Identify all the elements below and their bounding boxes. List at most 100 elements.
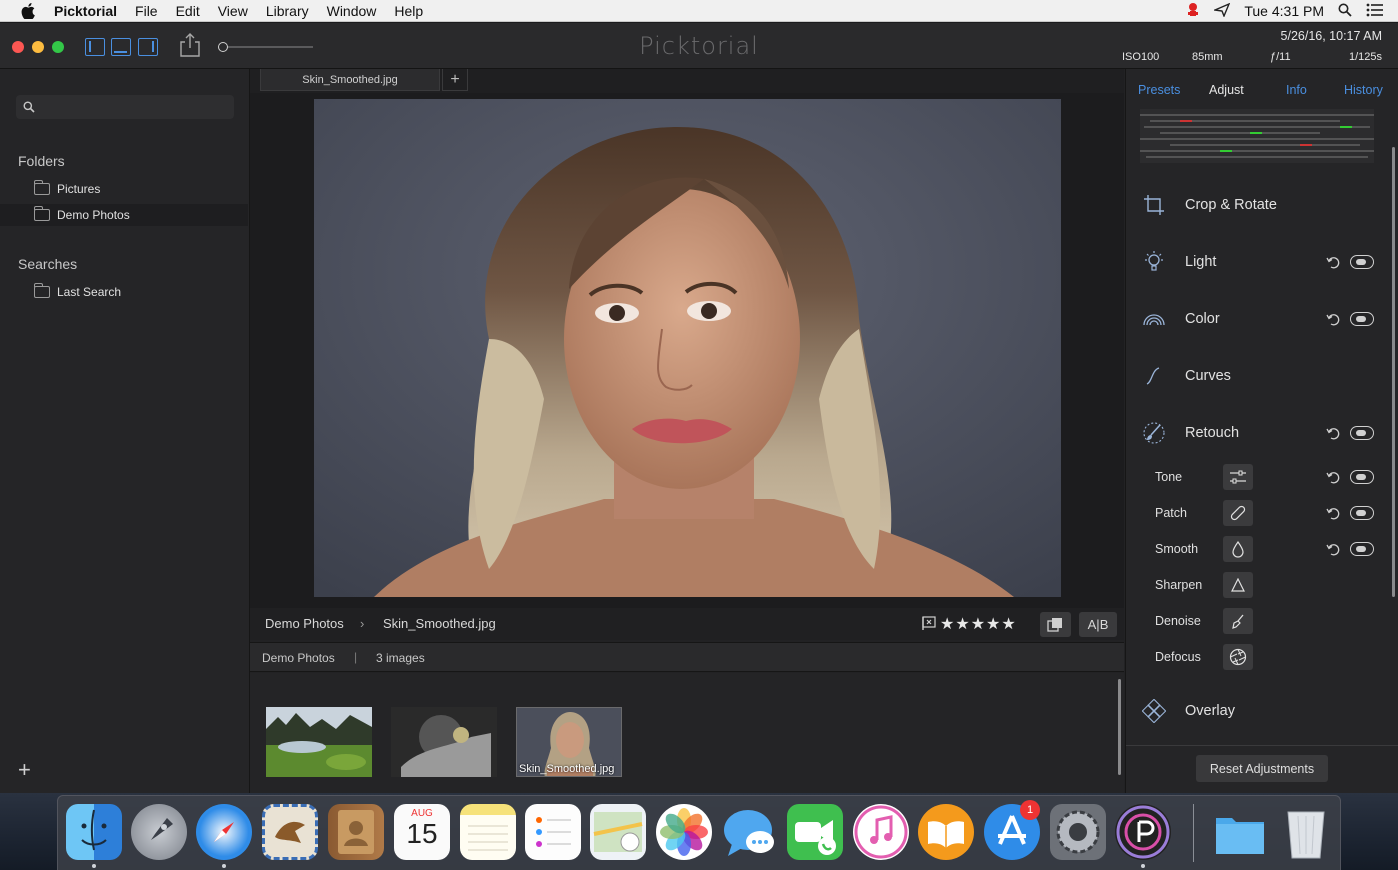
toggle-left-panel-button[interactable] xyxy=(85,38,105,56)
undo-icon[interactable] xyxy=(1326,312,1340,326)
panel-scrollbar[interactable] xyxy=(1392,147,1395,597)
star-rating[interactable]: ★★★★★ xyxy=(940,614,1017,634)
drop-icon[interactable] xyxy=(1223,536,1253,562)
spotlight-search-icon[interactable] xyxy=(1338,3,1352,20)
notification-center-icon[interactable] xyxy=(1366,3,1384,20)
tab-strip: Skin_Smoothed.jpg + xyxy=(250,69,1124,93)
subtool-patch[interactable]: Patch xyxy=(1126,498,1392,528)
compare-button[interactable] xyxy=(1040,612,1071,637)
menu-window[interactable]: Window xyxy=(327,3,377,19)
messages-icon[interactable] xyxy=(722,804,778,860)
subtool-denoise[interactable]: Denoise xyxy=(1126,606,1392,636)
mail-icon[interactable] xyxy=(262,804,318,860)
thumbnail-landscape[interactable] xyxy=(266,707,372,777)
subtool-defocus[interactable]: Defocus xyxy=(1126,642,1392,672)
tab-skin-smoothed[interactable]: Skin_Smoothed.jpg xyxy=(260,69,440,91)
search-icon xyxy=(23,101,35,113)
sidebar-item-pictures[interactable]: Pictures xyxy=(0,178,248,200)
menu-file[interactable]: File xyxy=(135,3,158,19)
add-folder-button[interactable]: + xyxy=(18,757,31,783)
bandage-icon[interactable] xyxy=(1223,500,1253,526)
menu-app-name[interactable]: Picktorial xyxy=(54,3,117,19)
trash-icon[interactable] xyxy=(1278,804,1334,860)
thumbnail-portrait[interactable]: Skin_Smoothed.jpg xyxy=(516,707,622,777)
minimize-button[interactable] xyxy=(32,41,44,53)
photos-icon[interactable] xyxy=(656,804,712,860)
toggle-right-panel-button[interactable] xyxy=(138,38,158,56)
picktorial-icon[interactable] xyxy=(1115,804,1171,860)
undo-icon[interactable] xyxy=(1326,506,1340,520)
zoom-slider[interactable] xyxy=(218,42,313,52)
toggle-bottom-panel-button[interactable] xyxy=(111,38,131,56)
tab-adjust[interactable]: Adjust xyxy=(1209,83,1244,97)
undo-icon[interactable] xyxy=(1326,470,1340,484)
subtool-smooth[interactable]: Smooth xyxy=(1126,534,1392,564)
menu-view[interactable]: View xyxy=(218,3,248,19)
finder-icon[interactable] xyxy=(66,804,122,860)
contacts-icon[interactable] xyxy=(328,804,384,860)
smooth-toggle[interactable] xyxy=(1350,542,1374,556)
notes-icon[interactable] xyxy=(460,804,516,860)
tool-crop-rotate[interactable]: Crop & Rotate xyxy=(1126,185,1392,225)
status-send-icon[interactable] xyxy=(1212,2,1231,20)
tab-history[interactable]: History xyxy=(1344,83,1383,97)
light-toggle[interactable] xyxy=(1350,255,1374,269)
sidebar-item-last-search[interactable]: Last Search xyxy=(0,281,248,303)
color-toggle[interactable] xyxy=(1350,312,1374,326)
broom-icon[interactable] xyxy=(1223,608,1253,634)
status-robot-icon[interactable] xyxy=(1186,2,1200,21)
close-button[interactable] xyxy=(12,41,24,53)
menu-library[interactable]: Library xyxy=(266,3,309,19)
tool-light[interactable]: Light xyxy=(1126,242,1392,282)
filmstrip-scrollbar[interactable] xyxy=(1118,679,1121,775)
retouch-toggle[interactable] xyxy=(1350,426,1374,440)
ab-toggle-button[interactable]: A|B xyxy=(1079,612,1117,637)
subtool-label: Smooth xyxy=(1155,542,1199,556)
downloads-folder-icon[interactable] xyxy=(1212,804,1268,860)
reset-adjustments-button[interactable]: Reset Adjustments xyxy=(1196,755,1328,782)
library-search-input[interactable] xyxy=(16,95,234,119)
system-preferences-icon[interactable] xyxy=(1050,804,1106,860)
sidebar-item-demo-photos[interactable]: Demo Photos xyxy=(0,204,248,226)
tool-color[interactable]: Color xyxy=(1126,299,1392,339)
patch-toggle[interactable] xyxy=(1350,506,1374,520)
menu-edit[interactable]: Edit xyxy=(176,3,200,19)
reject-flag-icon[interactable] xyxy=(921,615,937,634)
subtool-sharpen[interactable]: Sharpen xyxy=(1126,570,1392,600)
tone-toggle[interactable] xyxy=(1350,470,1374,484)
breadcrumb-folder[interactable]: Demo Photos xyxy=(265,616,344,631)
tab-presets[interactable]: Presets xyxy=(1138,83,1180,97)
menubar-clock[interactable]: Tue 4:31 PM xyxy=(1244,3,1324,19)
reminders-icon[interactable] xyxy=(525,804,581,860)
image-canvas xyxy=(250,93,1124,633)
add-tab-button[interactable]: + xyxy=(442,69,468,91)
ibooks-icon[interactable] xyxy=(918,804,974,860)
aperture-icon[interactable] xyxy=(1223,644,1253,670)
subtool-tone[interactable]: Tone xyxy=(1126,462,1392,492)
zoom-slider-knob[interactable] xyxy=(218,42,228,52)
undo-icon[interactable] xyxy=(1326,542,1340,556)
tab-info[interactable]: Info xyxy=(1286,83,1307,97)
undo-icon[interactable] xyxy=(1326,426,1340,440)
subtool-label: Tone xyxy=(1155,470,1183,484)
zoom-button[interactable] xyxy=(52,41,64,53)
undo-icon[interactable] xyxy=(1326,255,1340,269)
tool-curves[interactable]: Curves xyxy=(1126,356,1392,396)
itunes-icon[interactable] xyxy=(853,804,909,860)
triangle-icon[interactable] xyxy=(1223,572,1253,598)
maps-icon[interactable] xyxy=(590,804,646,860)
menu-help[interactable]: Help xyxy=(394,3,423,19)
sliders-icon[interactable] xyxy=(1223,464,1253,490)
tool-retouch[interactable]: Retouch xyxy=(1126,413,1392,453)
tool-overlay[interactable]: Overlay xyxy=(1126,691,1392,731)
facetime-icon[interactable] xyxy=(787,804,843,860)
launchpad-icon[interactable] xyxy=(131,804,187,860)
app-store-icon[interactable]: 1 xyxy=(984,800,1040,860)
share-icon[interactable] xyxy=(178,32,202,63)
apple-icon[interactable] xyxy=(18,0,38,22)
calendar-icon[interactable]: AUG 15 xyxy=(394,804,450,860)
breadcrumb-file[interactable]: Skin_Smoothed.jpg xyxy=(383,616,496,631)
thumbnail-bw-hand[interactable] xyxy=(391,707,497,777)
main-photo[interactable] xyxy=(314,99,1061,597)
safari-icon[interactable] xyxy=(196,804,252,860)
